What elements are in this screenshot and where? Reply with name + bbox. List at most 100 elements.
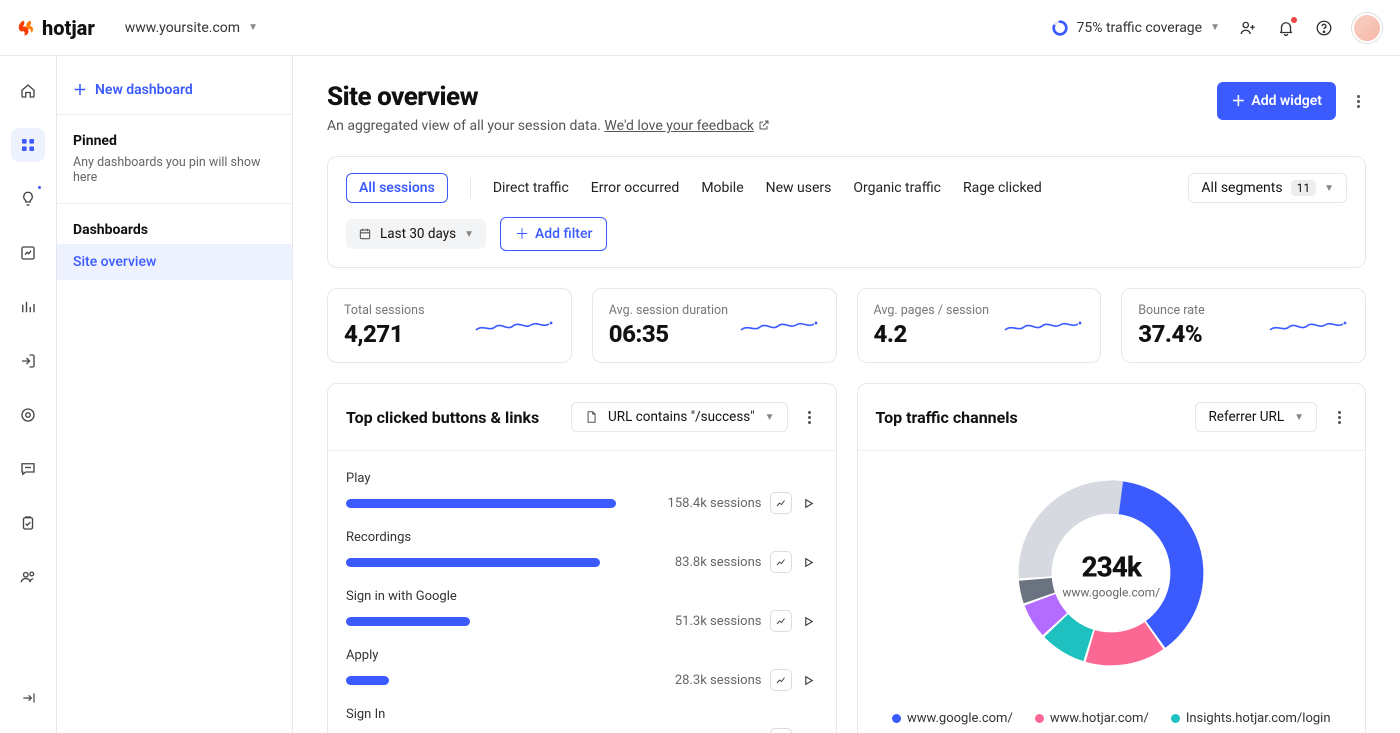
click-row-label: Play (346, 471, 818, 486)
click-row-chart-button[interactable] (770, 551, 792, 573)
dashboard-item-site-overview[interactable]: Site overview (57, 244, 292, 280)
bars-icon (19, 298, 37, 316)
top-clicks-menu-button[interactable] (802, 411, 818, 424)
hotjar-icon (18, 19, 36, 37)
click-row-chart-button[interactable] (770, 728, 792, 733)
traffic-coverage-selector[interactable]: 75% traffic coverage ▼ (1051, 19, 1220, 37)
chart-icon (775, 674, 787, 686)
chevron-down-icon: ▼ (765, 412, 775, 423)
invite-user-button[interactable] (1238, 18, 1258, 38)
calendar-icon (358, 227, 372, 241)
session-tab[interactable]: Error occurred (591, 180, 680, 196)
legend-item: www.google.com/ (892, 711, 1013, 726)
rail-recordings[interactable] (11, 344, 45, 378)
chart-icon (775, 556, 787, 568)
brand-text: hotjar (42, 16, 95, 40)
click-row-chart-button[interactable] (770, 492, 792, 514)
rail-expand[interactable] (11, 681, 45, 715)
user-avatar[interactable] (1352, 13, 1382, 43)
plus-icon: ＋ (1231, 91, 1245, 111)
date-range-selector[interactable]: Last 30 days ▼ (346, 219, 486, 249)
session-tabs: All sessions Direct traffic Error occurred… (346, 173, 1347, 203)
segments-selector[interactable]: All segments 11 ▼ (1188, 173, 1347, 203)
play-icon (802, 615, 815, 628)
add-widget-label: Add widget (1251, 93, 1322, 109)
click-row-play-button[interactable] (800, 494, 818, 512)
click-row-label: Sign In (346, 707, 818, 722)
date-range-label: Last 30 days (380, 226, 456, 242)
dashboards-heading: Dashboards (57, 208, 292, 244)
top-clicks-url-label: URL contains "/success" (608, 409, 755, 425)
rail-dashboards[interactable] (11, 128, 45, 162)
play-icon (802, 556, 815, 569)
chat-icon (19, 460, 37, 478)
add-filter-button[interactable]: ＋ Add filter (500, 217, 607, 251)
help-icon (1315, 19, 1333, 37)
rail-highlights[interactable] (11, 182, 45, 216)
click-row-chart-button[interactable] (770, 610, 792, 632)
brand-logo[interactable]: hotjar (18, 16, 95, 40)
click-row: Recordings 83.8k sessions (346, 530, 818, 573)
legend-label: www.google.com/ (907, 711, 1013, 726)
click-row-play-button[interactable] (800, 671, 818, 689)
metric-card[interactable]: Total sessions4,271 (327, 288, 572, 363)
site-selector[interactable]: www.yoursite.com ▼ (125, 20, 258, 36)
plus-icon: ＋ (73, 80, 87, 100)
donut-center-value: 234k (1062, 551, 1160, 584)
chevron-down-icon: ▼ (1294, 412, 1304, 423)
top-traffic-menu-button[interactable] (1331, 411, 1347, 424)
dashboards-panel: ＋ New dashboard Pinned Any dashboards yo… (57, 56, 293, 733)
chevron-down-icon: ▼ (1324, 183, 1334, 194)
click-row-chart-button[interactable] (770, 669, 792, 691)
click-row-play-button[interactable] (800, 612, 818, 630)
sparkline-icon (1269, 314, 1349, 338)
metric-label: Avg. session duration (609, 303, 728, 318)
play-icon (802, 674, 815, 687)
click-row: Play 158.4k sessions (346, 471, 818, 514)
rail-users[interactable] (11, 560, 45, 594)
help-button[interactable] (1314, 18, 1334, 38)
home-icon (19, 82, 37, 100)
add-widget-button[interactable]: ＋ Add widget (1217, 82, 1336, 120)
metric-card[interactable]: Avg. pages / session4.2 (857, 288, 1102, 363)
rail-trends[interactable] (11, 236, 45, 270)
session-tab[interactable]: Organic traffic (853, 180, 941, 196)
session-tab[interactable]: Mobile (701, 180, 743, 196)
legend-swatch (1171, 714, 1180, 723)
session-tab[interactable]: New users (766, 180, 832, 196)
metric-card[interactable]: Avg. session duration06:35 (592, 288, 837, 363)
click-row-bar (346, 499, 616, 508)
top-traffic-selector[interactable]: Referrer URL ▼ (1195, 402, 1317, 432)
add-filter-label: Add filter (535, 226, 592, 242)
rail-funnels[interactable] (11, 290, 45, 324)
rail-feedback[interactable] (11, 452, 45, 486)
new-dashboard-button[interactable]: ＋ New dashboard (57, 70, 292, 110)
rail-surveys[interactable] (11, 506, 45, 540)
lightbulb-icon (19, 190, 37, 208)
traffic-coverage-label: 75% traffic coverage (1077, 20, 1203, 36)
rail-heatmaps[interactable] (11, 398, 45, 432)
sparkline-icon (740, 314, 820, 338)
page-menu-button[interactable] (1350, 95, 1366, 108)
expand-icon (20, 690, 36, 706)
rail-home[interactable] (11, 74, 45, 108)
click-row-value: 28.3k sessions (675, 673, 762, 688)
metric-label: Avg. pages / session (874, 303, 990, 318)
feedback-link[interactable]: We'd love your feedback (604, 118, 754, 134)
donut-legend: www.google.com/www.hotjar.com/Insights.h… (892, 711, 1331, 726)
session-tab[interactable]: All sessions (346, 173, 448, 203)
metric-card[interactable]: Bounce rate37.4% (1121, 288, 1366, 363)
session-tab[interactable]: Rage clicked (963, 180, 1042, 196)
top-bar: hotjar www.yoursite.com ▼ 75% traffic co… (0, 0, 1400, 56)
click-row: Apply 28.3k sessions (346, 648, 818, 691)
site-selector-label: www.yoursite.com (125, 20, 240, 36)
segments-count: 11 (1291, 180, 1317, 196)
legend-swatch (892, 714, 901, 723)
alert-dot-icon (1291, 17, 1297, 23)
session-tab[interactable]: Direct traffic (493, 180, 569, 196)
notifications-button[interactable] (1276, 18, 1296, 38)
click-row-label: Apply (346, 648, 818, 663)
click-row-play-button[interactable] (800, 553, 818, 571)
top-clicks-url-selector[interactable]: URL contains "/success" ▼ (571, 402, 788, 432)
page-subtitle: An aggregated view of all your session d… (327, 118, 770, 134)
